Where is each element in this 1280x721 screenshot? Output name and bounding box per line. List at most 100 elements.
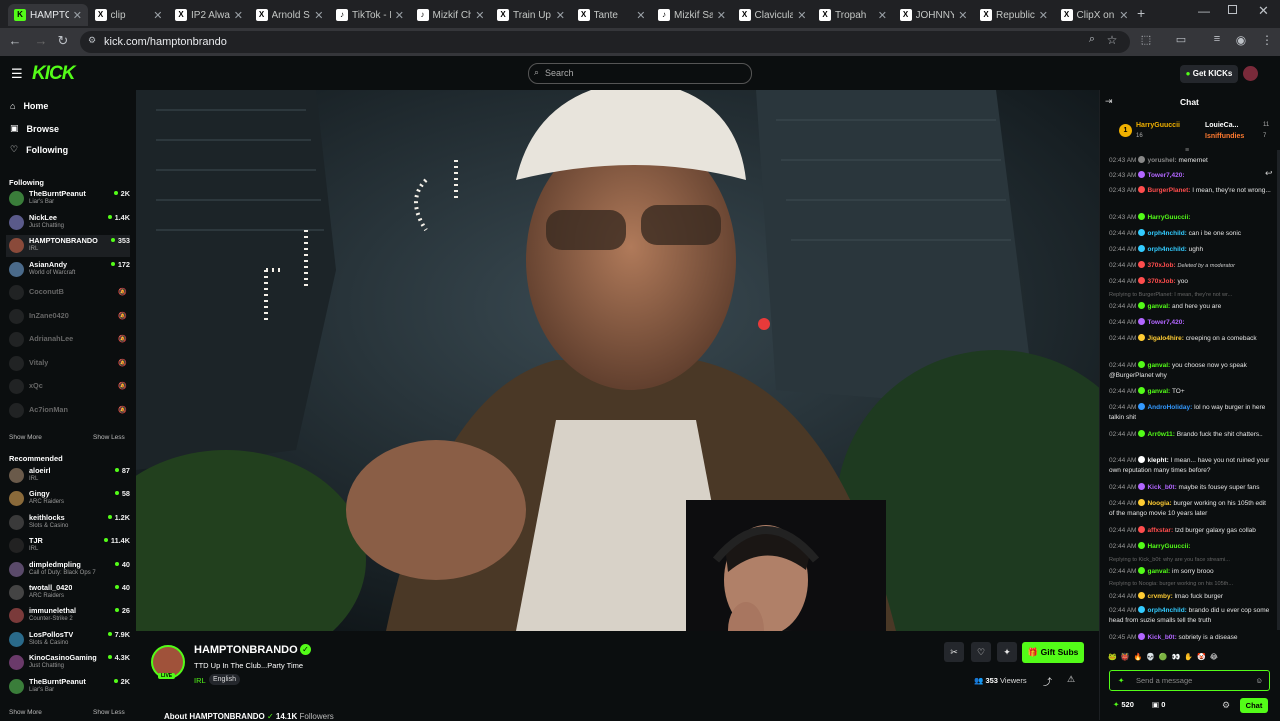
message-username[interactable]: orph4nchild: bbox=[1147, 230, 1186, 237]
chat-message[interactable]: 02:44 AM Tower7,420: bbox=[1109, 318, 1271, 328]
browser-tab[interactable]: X Tropah ✕ bbox=[813, 4, 893, 26]
chat-message[interactable]: 02:45 AM Kick_b0t: sobriety is a disease bbox=[1109, 633, 1271, 643]
report-icon[interactable]: ⚠ bbox=[1067, 674, 1075, 685]
message-username[interactable]: Kick_b0t: bbox=[1147, 484, 1176, 491]
chat-settings-icon[interactable]: ⚙ bbox=[1222, 700, 1230, 711]
nav-following[interactable]: ♡ Following bbox=[10, 144, 68, 155]
media-icon[interactable]: ≡ bbox=[1208, 33, 1226, 45]
video-player[interactable] bbox=[136, 90, 1099, 631]
emote-icon[interactable]: 🔥 bbox=[1133, 653, 1142, 665]
search-input[interactable]: ⌕ Search bbox=[528, 63, 752, 84]
message-username[interactable]: klepht: bbox=[1147, 457, 1168, 464]
chat-message[interactable]: 02:44 AM Noogia: burger working on his 10… bbox=[1109, 499, 1271, 518]
extensions-icon[interactable]: ⬚ bbox=[1137, 33, 1155, 46]
browser-tab[interactable]: X Train Up ✕ bbox=[491, 4, 571, 26]
emote-icon[interactable]: 👀 bbox=[1172, 653, 1181, 665]
cast-icon[interactable]: ▭ bbox=[1172, 33, 1190, 46]
tab-close-icon[interactable]: ✕ bbox=[797, 9, 806, 22]
browser-tab[interactable]: X ClipX on ✕ bbox=[1055, 4, 1135, 26]
url-field[interactable]: kick.com/hamptonbrando bbox=[80, 31, 1130, 53]
language-tag[interactable]: English bbox=[209, 674, 240, 685]
emote-icon[interactable]: 👹 bbox=[1121, 653, 1130, 665]
recommended-channel[interactable]: LosPollosTV Slots & Casino 7.9K bbox=[6, 629, 130, 651]
chat-message[interactable]: 02:44 AM orph4nchild: can i be one sonic bbox=[1109, 229, 1271, 239]
message-username[interactable]: HarryGuuccii: bbox=[1147, 543, 1190, 550]
chat-message[interactable]: 02:43 AM HarryGuuccii: bbox=[1109, 213, 1271, 223]
kick-logo[interactable]: KICK bbox=[32, 63, 75, 85]
top-gifter-1[interactable]: HarryGuuccii bbox=[1136, 122, 1180, 129]
gift-subs-button[interactable]: 🎁 Gift Subs bbox=[1022, 642, 1084, 663]
top-gifter-3[interactable]: Isniffundies bbox=[1205, 133, 1244, 140]
browser-tab[interactable]: Xclip ✕ bbox=[89, 4, 169, 26]
chat-message[interactable]: 02:44 AM AndroHoliday: lol no way burger … bbox=[1109, 403, 1271, 422]
following-channel[interactable]: xQc 🔕 bbox=[6, 376, 130, 398]
message-username[interactable]: 370xJob: bbox=[1147, 262, 1175, 269]
bookmark-star-icon[interactable]: ☆ bbox=[1103, 33, 1121, 47]
browser-tab[interactable]: X IP2 Always ✕ bbox=[169, 4, 249, 26]
clip-button[interactable]: ✂ bbox=[944, 642, 964, 662]
show-less-following[interactable]: Show Less bbox=[93, 434, 125, 441]
top-gifter-2[interactable]: LouieCa... bbox=[1205, 122, 1238, 129]
get-kicks-button[interactable]: ● Get KICKs bbox=[1180, 65, 1238, 83]
recommended-channel[interactable]: TJR IRL 11.4K bbox=[6, 535, 130, 557]
recommended-channel[interactable]: aloeirl IRL 87 bbox=[6, 465, 130, 487]
chat-message[interactable]: 02:44 AM Jigalo4hire: creeping on a comeb… bbox=[1109, 334, 1271, 344]
reply-context[interactable]: Replying to BurgerPlanet: I mean, they'r… bbox=[1109, 292, 1269, 298]
chat-message[interactable]: 02:44 AM 370xJob: yoo bbox=[1109, 277, 1271, 287]
tab-close-icon[interactable]: ✕ bbox=[153, 9, 162, 22]
message-username[interactable]: orph4nchild: bbox=[1147, 607, 1186, 614]
chat-message[interactable]: 02:44 AM 370xJob: Deleted by a moderator bbox=[1109, 261, 1271, 272]
category-link[interactable]: IRL bbox=[194, 676, 206, 685]
chat-message[interactable]: 02:44 AM affxstar: tzd burger galaxy gas … bbox=[1109, 526, 1271, 536]
chat-message[interactable]: 02:44 AM ganval: im sorry brooo bbox=[1109, 567, 1271, 577]
following-channel[interactable]: NickLee Just Chatting 1.4K bbox=[6, 212, 130, 234]
maximize-icon[interactable] bbox=[1228, 5, 1237, 14]
recommended-channel[interactable]: TheBurntPeanut Liar's Bar 2K bbox=[6, 676, 130, 698]
browser-tab[interactable]: X JOHNNY ✕ bbox=[894, 4, 974, 26]
tab-close-icon[interactable]: ✕ bbox=[636, 9, 645, 22]
chat-input[interactable]: ✦ Send a message ☺ bbox=[1109, 670, 1270, 691]
following-channel[interactable]: Vitaly 🔕 bbox=[6, 353, 130, 375]
tab-close-icon[interactable]: ✕ bbox=[73, 9, 82, 22]
message-username[interactable]: yorushel: bbox=[1147, 157, 1176, 164]
points-balance[interactable]: ✦ 520 bbox=[1113, 700, 1134, 709]
hamburger-icon[interactable]: ☰ bbox=[11, 66, 23, 82]
message-username[interactable]: ganval: bbox=[1147, 362, 1170, 369]
emote-icon[interactable]: ✋ bbox=[1184, 653, 1193, 665]
send-chat-button[interactable]: Chat bbox=[1240, 698, 1268, 713]
emoji-picker-icon[interactable]: ☺ bbox=[1255, 671, 1263, 690]
emote-icon[interactable]: 🟢 bbox=[1159, 653, 1168, 665]
tab-close-icon[interactable]: ✕ bbox=[475, 9, 484, 22]
chat-message[interactable]: 02:44 AM HarryGuuccii: bbox=[1109, 542, 1271, 552]
menu-icon[interactable]: ⋮ bbox=[1258, 33, 1276, 47]
following-channel[interactable]: AsianAndy World of Warcraft 172 bbox=[6, 259, 130, 281]
recommended-channel[interactable]: KinoCasinoGaming Just Chatting 4.3K bbox=[6, 652, 130, 674]
emote-icon[interactable]: 🐸 bbox=[1108, 653, 1117, 665]
chat-message[interactable]: 02:44 AM crvmby: lmao fuck burger bbox=[1109, 592, 1271, 602]
following-channel[interactable]: InZane0420 🔕 bbox=[6, 306, 130, 328]
message-username[interactable]: Jigalo4hire: bbox=[1147, 335, 1183, 342]
tab-close-icon[interactable]: ✕ bbox=[556, 9, 565, 22]
message-username[interactable]: Kick_b0t: bbox=[1147, 634, 1176, 641]
emote-icon[interactable]: 😂 bbox=[1210, 653, 1218, 665]
message-username[interactable]: ganval: bbox=[1147, 388, 1170, 395]
reply-context[interactable]: Replying to Noogia: burger working on hi… bbox=[1109, 581, 1269, 587]
minimize-icon[interactable]: — bbox=[1198, 4, 1210, 18]
chat-message[interactable]: 02:44 AM klepht: I mean... have you not r… bbox=[1109, 456, 1271, 475]
message-username[interactable]: Tower7,420: bbox=[1147, 172, 1184, 179]
following-channel[interactable]: TheBurntPeanut Liar's Bar 2K bbox=[6, 188, 130, 210]
message-username[interactable]: ganval: bbox=[1147, 303, 1170, 310]
following-channel[interactable]: CoconutB 🔕 bbox=[6, 282, 130, 304]
emote-icon[interactable]: 🤡 bbox=[1197, 653, 1206, 665]
forward-icon[interactable]: → bbox=[32, 33, 50, 48]
tab-close-icon[interactable]: ✕ bbox=[314, 9, 323, 22]
kicks-balance[interactable]: ▣ 0 bbox=[1152, 700, 1165, 709]
user-avatar[interactable] bbox=[1243, 66, 1258, 81]
kick-points-button[interactable]: ✦ bbox=[997, 642, 1017, 662]
message-username[interactable]: crvmby: bbox=[1147, 593, 1172, 600]
recommended-channel[interactable]: immunelethal Counter-Strike 2 26 bbox=[6, 605, 130, 627]
recommended-channel[interactable]: keithlocks Slots & Casino 1.2K bbox=[6, 512, 130, 534]
emote-icon[interactable]: 💀 bbox=[1146, 653, 1155, 665]
message-username[interactable]: affxstar: bbox=[1147, 527, 1173, 534]
chat-message[interactable]: 02:44 AM ganval: and here you are bbox=[1109, 302, 1271, 312]
